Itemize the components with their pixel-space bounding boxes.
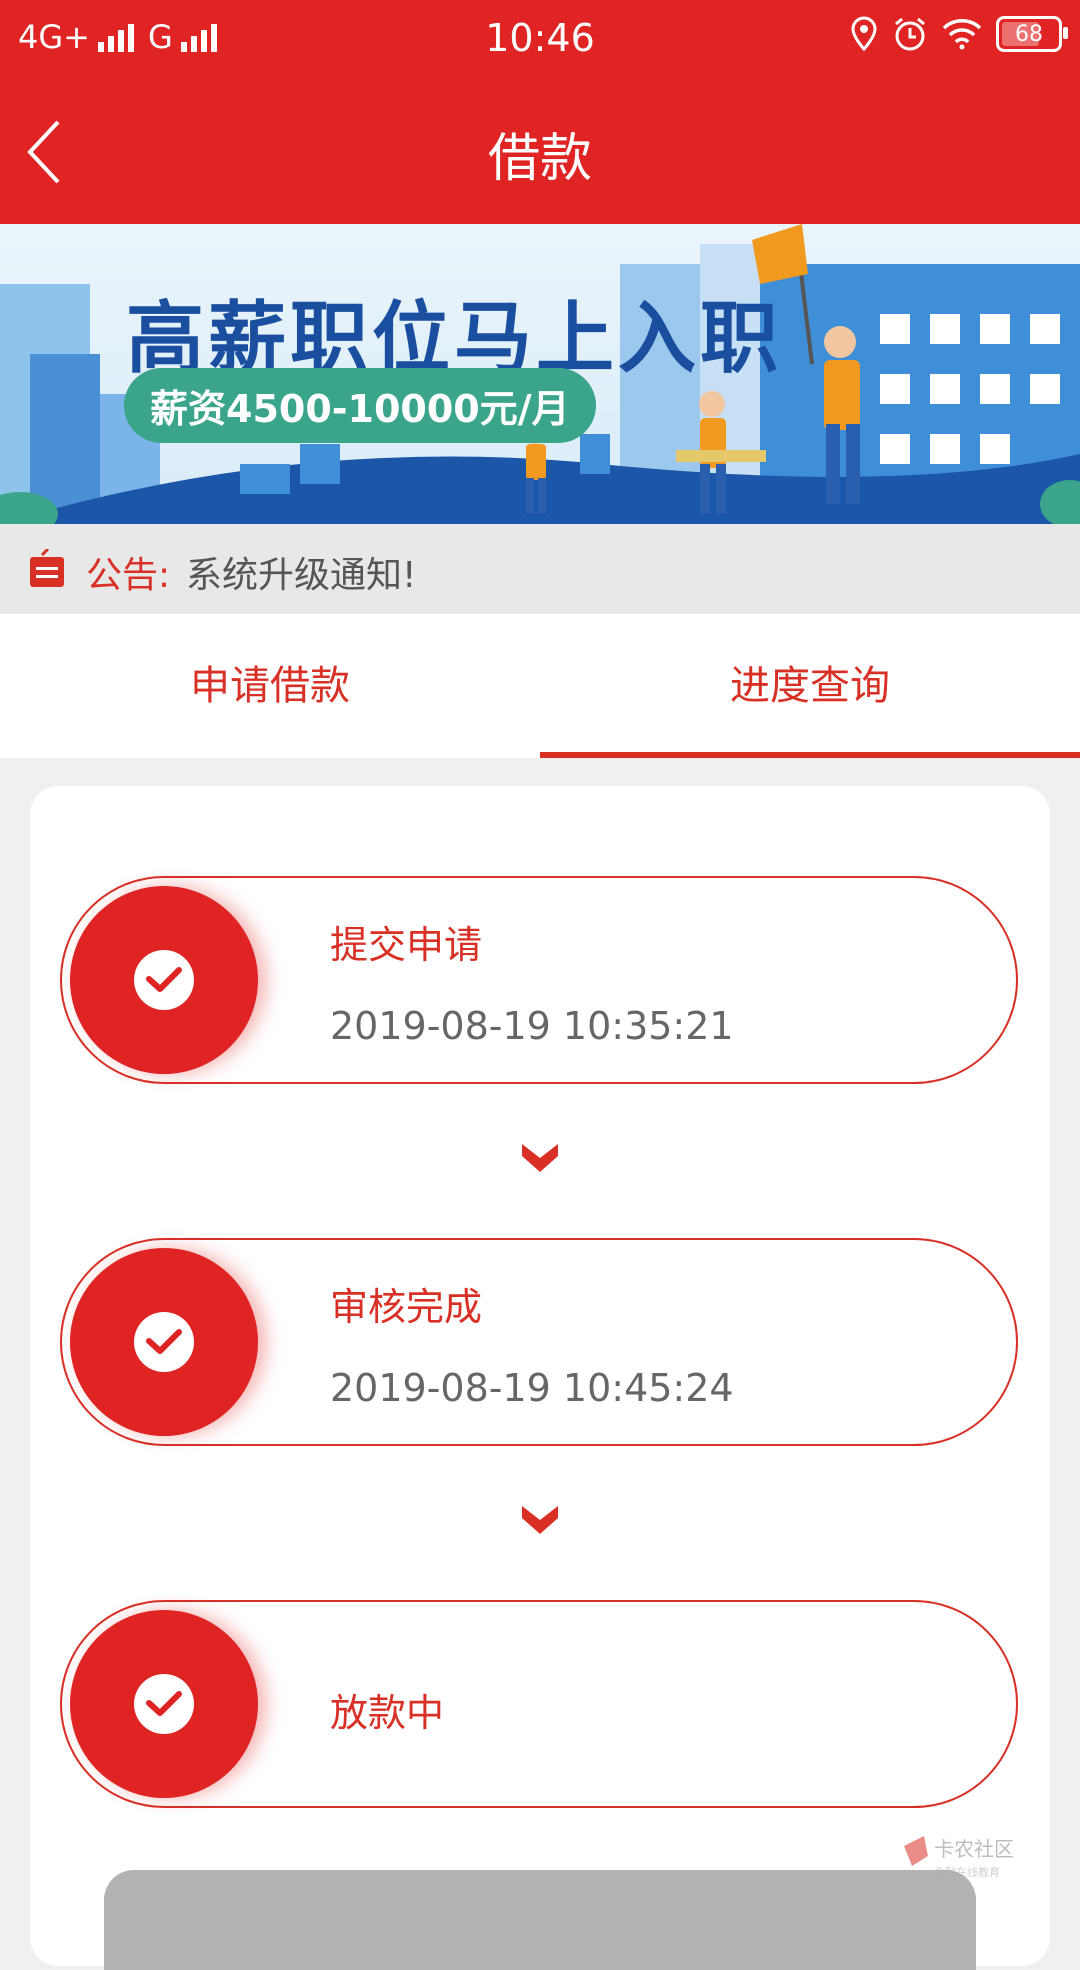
alarm-icon — [895, 17, 925, 51]
progress-card: 提交申请 2019-08-19 10:35:21 审核完成 2019-08-19… — [30, 786, 1050, 1966]
promo-banner[interactable]: 高薪职位马上入职 薪资4500-10000元/月 — [0, 224, 1080, 524]
watermark-logo: 卡农社区 金融在线教育 — [904, 1836, 1014, 1879]
battery-icon: 68 — [996, 16, 1068, 52]
status-icons: 68 — [850, 16, 1068, 52]
progress-step-disbursing: 放款中 — [60, 1600, 1018, 1808]
chevron-down-icon — [522, 1144, 558, 1172]
step-time: 2019-08-19 10:45:24 — [330, 1366, 734, 1410]
step-time: 2019-08-19 10:35:21 — [330, 1004, 734, 1048]
check-icon — [134, 1674, 194, 1734]
page-title: 借款 — [487, 129, 592, 189]
step-title: 审核完成 — [330, 1285, 483, 1329]
announcement-label: 公告: — [86, 555, 171, 596]
watermark-subtext: 金融在线教育 — [934, 1865, 1000, 1879]
watermark-text: 卡农社区 — [934, 1837, 1014, 1861]
step-title: 提交申请 — [330, 923, 483, 967]
announcement-bar[interactable]: 公告: 系统升级通知! — [0, 524, 1080, 614]
battery-level: 68 — [1015, 21, 1043, 47]
step-status-circle — [70, 1248, 258, 1436]
status-bar: 4G+ G 10:46 68 — [0, 0, 1080, 76]
bottom-action-button[interactable] — [104, 1870, 976, 1970]
chevron-down-icon — [522, 1506, 558, 1534]
step-status-circle — [70, 886, 258, 1074]
nav-bar: 借款 — [0, 76, 1080, 224]
check-icon — [134, 950, 194, 1010]
tab-bar: 申请借款 进度查询 — [0, 614, 1080, 758]
step-status-circle — [70, 1610, 258, 1798]
progress-step-review: 审核完成 2019-08-19 10:45:24 — [60, 1238, 1018, 1446]
tab-apply-loan[interactable]: 申请借款 — [0, 614, 540, 758]
wifi-icon — [942, 19, 982, 50]
announcement-text: 系统升级通知! — [186, 555, 417, 596]
location-icon — [851, 16, 877, 52]
tab-progress-query[interactable]: 进度查询 — [540, 614, 1080, 758]
announcement-icon — [30, 549, 64, 587]
progress-step-submit: 提交申请 2019-08-19 10:35:21 — [60, 876, 1018, 1084]
banner-subtitle: 薪资4500-10000元/月 — [124, 368, 596, 443]
check-icon — [134, 1312, 194, 1372]
step-title: 放款中 — [330, 1691, 445, 1735]
